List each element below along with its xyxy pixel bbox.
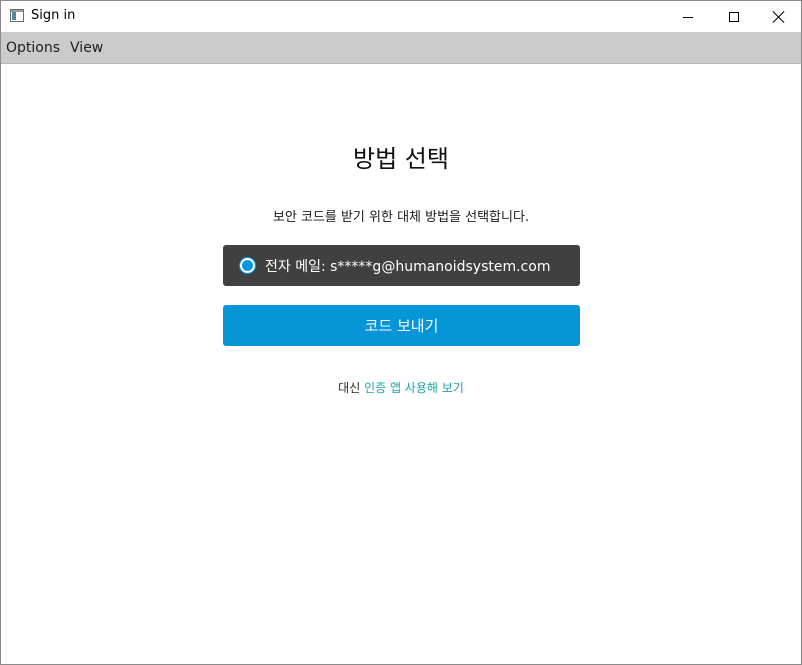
close-button[interactable] (756, 1, 802, 32)
menu-options[interactable]: Options (1, 40, 65, 56)
title-bar[interactable]: Sign in (1, 1, 801, 32)
page-title: 방법 선택 (353, 145, 449, 173)
app-window-icon (10, 9, 24, 22)
sign-in-window: Sign in Options View 방법 선택 보안 코드를 받기 위한 … (0, 0, 802, 665)
use-authenticator-app-link[interactable]: 인증 앱 사용해 보기 (364, 381, 464, 395)
main-content: 방법 선택 보안 코드를 받기 위한 대체 방법을 선택합니다. 전자 메일: … (1, 65, 801, 665)
minimize-icon (683, 16, 693, 18)
email-option[interactable]: 전자 메일: s*****g@humanoidsystem.com (223, 245, 580, 286)
menu-bar: Options View (1, 32, 801, 64)
radio-selected-icon[interactable] (240, 258, 255, 273)
maximize-button[interactable] (711, 1, 757, 32)
email-option-label: 전자 메일: s*****g@humanoidsystem.com (265, 258, 551, 275)
maximize-icon (729, 11, 739, 22)
alternative-prefix: 대신 (338, 381, 365, 395)
menu-view[interactable]: View (65, 40, 108, 56)
alternative-method-line: 대신 인증 앱 사용해 보기 (1, 379, 801, 396)
window-title: Sign in (31, 8, 76, 23)
minimize-button[interactable] (665, 1, 711, 32)
page-description: 보안 코드를 받기 위한 대체 방법을 선택합니다. (272, 210, 530, 225)
send-code-button[interactable]: 코드 보내기 (223, 305, 580, 346)
close-icon (773, 11, 785, 23)
